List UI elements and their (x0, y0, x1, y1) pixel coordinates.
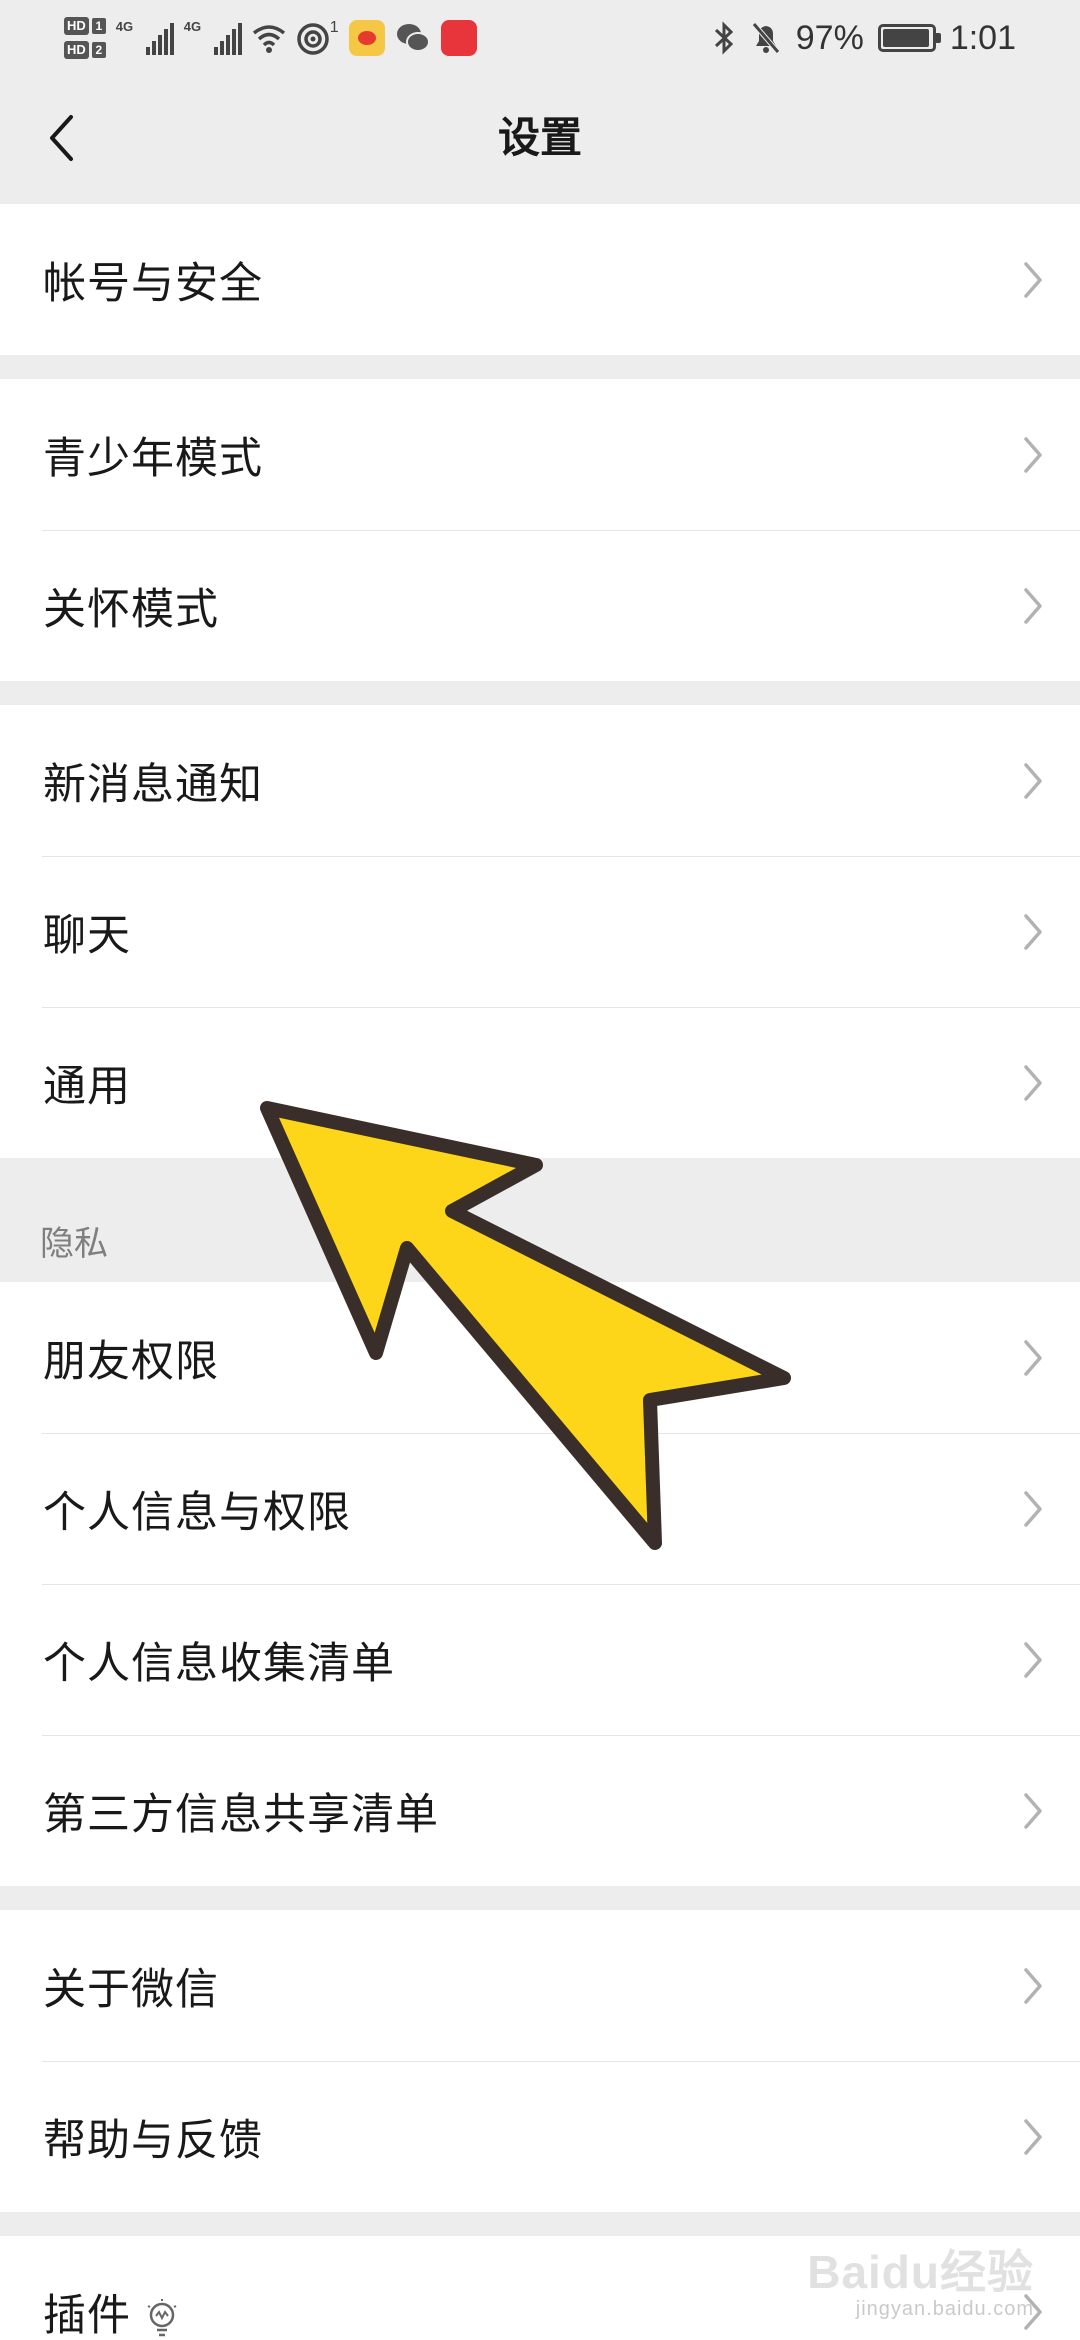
chevron-right-icon (1024, 1490, 1042, 1527)
mute-bell-icon (751, 22, 780, 54)
settings-row-general[interactable]: 通用 (0, 1007, 1080, 1158)
status-bar-right: 97% 1:01 (712, 8, 1016, 68)
row-label: 新消息通知 (43, 759, 263, 810)
wechat-notification-icon (396, 24, 430, 52)
section-header-privacy: 隐私 (0, 1158, 1080, 1282)
chevron-right-icon (1024, 913, 1042, 950)
hd-badge: HD (64, 17, 89, 35)
group-privacy: 朋友权限 个人信息与权限 个人信息收集清单 第三方信息共享清单 (0, 1282, 1080, 1886)
row-label: 个人信息收集清单 (43, 1638, 395, 1689)
row-label: 聊天 (43, 910, 131, 961)
row-label: 关怀模式 (43, 584, 219, 635)
hd-sim1: HD 1 (64, 17, 106, 35)
sim-number: 1 (91, 18, 106, 34)
watermark-url: jingyan.baidu.com (855, 2298, 1034, 2320)
row-label-text: 插件 (43, 2290, 131, 2340)
settings-row-teen-mode[interactable]: 青少年模式 (0, 379, 1080, 530)
chevron-right-icon (1024, 1792, 1042, 1829)
wifi-icon (252, 25, 285, 53)
group-about: 关于微信 帮助与反馈 (0, 1910, 1080, 2212)
chevron-right-icon (1024, 1641, 1042, 1678)
row-label: 帐号与安全 (43, 258, 263, 309)
settings-row-chat[interactable]: 聊天 (0, 856, 1080, 1007)
row-label: 青少年模式 (43, 433, 263, 484)
sim-number: 2 (91, 42, 106, 58)
huawei-appgallery-icon (440, 20, 477, 56)
group-spacer (0, 681, 1080, 705)
battery-fill (882, 29, 930, 47)
settings-row-third-party-sharing-list[interactable]: 第三方信息共享清单 (0, 1735, 1080, 1886)
chevron-right-icon (1024, 587, 1042, 624)
status-bar: HD 1 HD 2 4G 4G 1 97% 1:01 (0, 0, 1080, 76)
row-label: 第三方信息共享清单 (43, 1789, 439, 1840)
settings-row-personal-info-permissions[interactable]: 个人信息与权限 (0, 1433, 1080, 1584)
row-label: 通用 (43, 1061, 131, 1112)
row-label: 帮助与反馈 (43, 2115, 263, 2166)
status-bar-left: HD 1 HD 2 4G 4G 1 (64, 6, 477, 70)
group-modes: 青少年模式 关怀模式 (0, 379, 1080, 681)
clock: 1:01 (949, 18, 1016, 57)
group-spacer (0, 1886, 1080, 1910)
battery-icon (877, 24, 941, 52)
battery-percent: 97% (795, 18, 864, 57)
signal-icon: 4G (183, 19, 242, 55)
hd-badge: HD (64, 41, 89, 59)
row-label: 朋友权限 (43, 1336, 219, 1387)
hotspot-indicator: 1 (296, 19, 339, 55)
signal-icon: 4G (115, 19, 174, 55)
settings-row-about-wechat[interactable]: 关于微信 (0, 1910, 1080, 2061)
settings-row-friend-permissions[interactable]: 朋友权限 (0, 1282, 1080, 1433)
chevron-right-icon (1024, 762, 1042, 799)
row-label: 关于微信 (43, 1964, 219, 2015)
group-spacer (0, 355, 1080, 379)
baidu-jingyan-watermark: Baidu经验 jingyan.baidu.com (807, 2236, 1034, 2321)
settings-list: 帐号与安全 青少年模式 关怀模式 新消息通知 聊天 通用 隐私 朋友权限 个人信… (0, 204, 1080, 2340)
settings-row-account-security[interactable]: 帐号与安全 (0, 204, 1080, 355)
weibo-app-icon (348, 20, 385, 56)
chevron-right-icon (1024, 1967, 1042, 2004)
hd-sim2: HD 2 (64, 41, 106, 59)
row-label: 个人信息与权限 (43, 1487, 351, 1538)
row-label: 插件 (43, 2281, 179, 2340)
settings-row-help-feedback[interactable]: 帮助与反馈 (0, 2061, 1080, 2212)
settings-row-notifications[interactable]: 新消息通知 (0, 705, 1080, 856)
chevron-right-icon (1024, 1339, 1042, 1376)
settings-row-care-mode[interactable]: 关怀模式 (0, 530, 1080, 681)
network-type: 4G (183, 19, 202, 34)
watermark-text: Baidu经验 (807, 2246, 1034, 2298)
hotspot-count: 1 (329, 19, 339, 36)
page-title: 设置 (497, 113, 582, 162)
group-general: 新消息通知 聊天 通用 (0, 705, 1080, 1158)
title-bar: 设置 (0, 76, 1080, 204)
chevron-right-icon (1024, 1064, 1042, 1101)
hotspot-icon (297, 23, 329, 55)
chevron-right-icon (1024, 436, 1042, 473)
settings-row-info-collection-list[interactable]: 个人信息收集清单 (0, 1584, 1080, 1735)
bluetooth-icon (714, 21, 733, 55)
settings-screen: HD 1 HD 2 4G 4G 1 97% 1:01 设置 帐号与安全 青少年模… (0, 0, 1080, 2340)
network-type: 4G (115, 19, 134, 34)
lightbulb-icon (147, 2299, 177, 2337)
chevron-right-icon (1024, 2118, 1042, 2155)
chevron-right-icon (1024, 261, 1042, 298)
group-spacer (0, 2212, 1080, 2236)
section-title: 隐私 (40, 1224, 108, 1264)
group-account: 帐号与安全 (0, 204, 1080, 355)
hd-indicators: HD 1 HD 2 (64, 17, 106, 59)
